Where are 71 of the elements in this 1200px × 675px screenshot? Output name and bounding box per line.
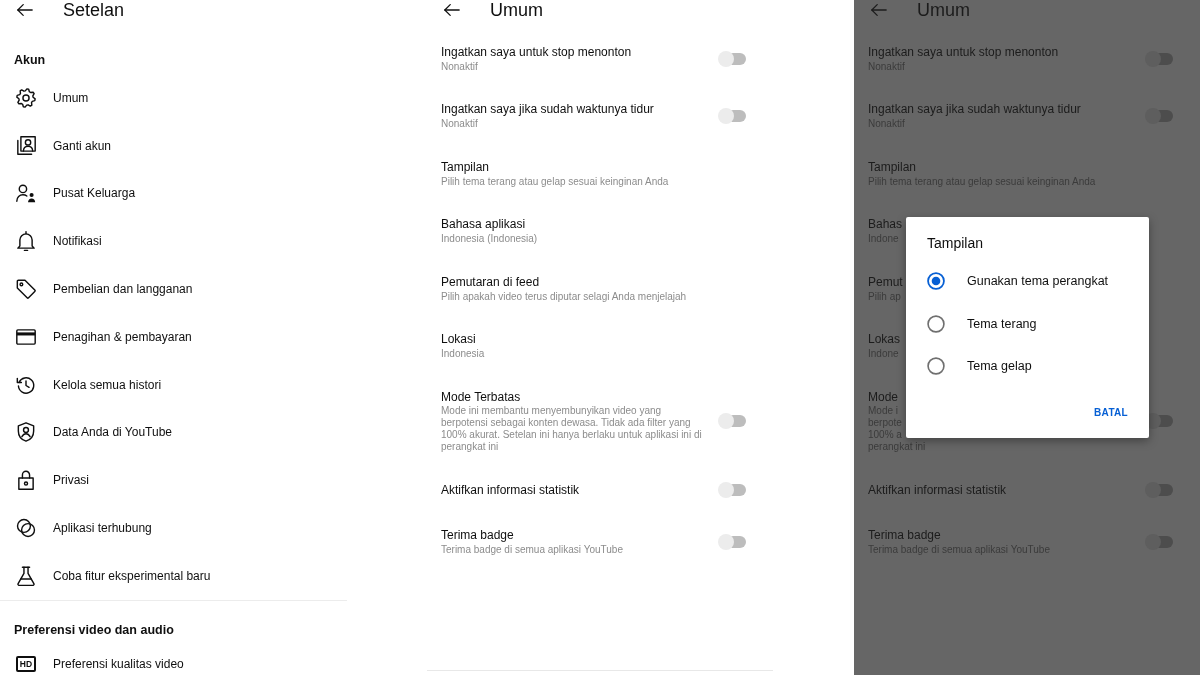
- setting-subtitle: Pilih tema terang atau gelap sesuai keinginan Anda: [441, 174, 669, 188]
- setting-title: Bahas: [868, 217, 903, 232]
- setting-subtitle: Pilih apakah video terus diputar selagi Anda menjelajah: [441, 289, 687, 303]
- clock-arrow-icon: [16, 374, 36, 395]
- setting-title: Mode: [868, 389, 899, 405]
- setting-subtitle: Indonesia (Indonesia): [441, 232, 538, 245]
- lock-icon: [16, 470, 36, 491]
- setting-title: Tampilan: [868, 159, 917, 175]
- menu-item[interactable]: Data Anda di YouTube: [0, 408, 347, 457]
- menu-item[interactable]: Kelola semua histori: [0, 360, 347, 409]
- menu-item[interactable]: Umum: [0, 74, 347, 122]
- setting-title: Aktifkan informasi statistik: [441, 482, 580, 498]
- setting-title: Ingatkan saya untuk stop menonton: [868, 44, 1059, 60]
- setting-title: Mode Terbatas: [441, 389, 521, 405]
- menu-item[interactable]: Coba fitur eksperimental baru: [0, 551, 347, 600]
- setting-title: Terima badge: [441, 527, 514, 543]
- screen-title: Umum: [917, 0, 970, 20]
- setting-title: Ingatkan saya untuk stop menonton: [441, 44, 632, 60]
- setting-title: Lokas: [868, 332, 901, 347]
- setting-title: Pemutaran di feed: [441, 274, 540, 290]
- section-heading: Akun: [14, 52, 46, 68]
- menu-item[interactable]: Privasi: [0, 456, 347, 505]
- setting-subtitle: Nonaktif: [441, 117, 478, 130]
- screen-title: Umum: [490, 0, 543, 20]
- screen-title: Setelan: [63, 0, 125, 20]
- menu-item[interactable]: Notifikasi: [0, 217, 347, 266]
- cancel-button[interactable]: BATAL: [1086, 400, 1136, 426]
- setting-description: Mode ini membantu menyembunyikan video yang berpotensi sebagai konten dewasa. Tidak ada filter yang 100% akurat. Setelan ini hanya berlaku untuk aplikasi ini di perangkat ini: [441, 404, 703, 453]
- setting-title: Pemut: [868, 274, 903, 290]
- video-quality-badge: HD: [16, 656, 36, 673]
- people-icon: [16, 183, 36, 204]
- circles-icon: [16, 517, 36, 538]
- setting-title: Ingatkan saya jika sudah waktunya tidur: [868, 102, 1081, 117]
- left-arrow-icon[interactable]: [17, 4, 33, 16]
- radio-option[interactable]: Tema gelap: [906, 344, 1149, 388]
- gear-icon: [16, 87, 36, 108]
- bell-icon: [16, 231, 36, 252]
- setting-subtitle: Nonaktif: [441, 59, 478, 73]
- toggle-switch[interactable]: [718, 533, 746, 550]
- menu-item[interactable]: Penagihan & pembayaran: [0, 312, 347, 361]
- section-heading: Preferensi video dan audio: [14, 621, 174, 638]
- toggle-switch[interactable]: [718, 413, 746, 429]
- flask-icon: [16, 565, 36, 586]
- menu-item[interactable]: Pusat Keluarga: [0, 169, 347, 218]
- shield-person-icon: [16, 422, 36, 443]
- tag-icon: [16, 279, 36, 299]
- setting-subtitle: Terima badge di semua aplikasi YouTube: [441, 542, 623, 556]
- card-icon: [16, 326, 36, 347]
- toggle-switch[interactable]: [718, 108, 746, 124]
- toggle-switch[interactable]: [1145, 50, 1173, 67]
- person-frame-icon: [16, 135, 36, 156]
- setting-title: Tampilan: [441, 159, 490, 175]
- setting-subtitle: Indonesia: [441, 347, 485, 360]
- toggle-switch[interactable]: [718, 482, 746, 498]
- toggle-switch[interactable]: [1145, 533, 1173, 550]
- radio-option[interactable]: Gunakan tema perangkat: [906, 259, 1149, 303]
- menu-item[interactable]: HD Preferensi kualitas video: [0, 642, 347, 673]
- left-arrow-icon[interactable]: [444, 4, 460, 16]
- toggle-switch[interactable]: [1145, 482, 1173, 498]
- toggle-switch[interactable]: [718, 50, 746, 67]
- menu-item[interactable]: Aplikasi terhubung: [0, 504, 347, 552]
- setting-title: Lokasi: [441, 332, 476, 347]
- setting-title: Aktifkan informasi statistik: [868, 482, 1007, 498]
- radio-option[interactable]: Tema terang: [906, 302, 1149, 345]
- dialog-title: Tampilan: [927, 235, 984, 251]
- toggle-switch[interactable]: [1145, 108, 1173, 124]
- setting-title: Terima badge: [868, 527, 941, 543]
- setting-title: Bahasa aplikasi: [441, 217, 526, 232]
- setting-title: Ingatkan saya jika sudah waktunya tidur: [441, 102, 654, 117]
- menu-item[interactable]: Pembelian dan langganan: [0, 265, 347, 313]
- menu-item[interactable]: Ganti akun: [0, 121, 347, 170]
